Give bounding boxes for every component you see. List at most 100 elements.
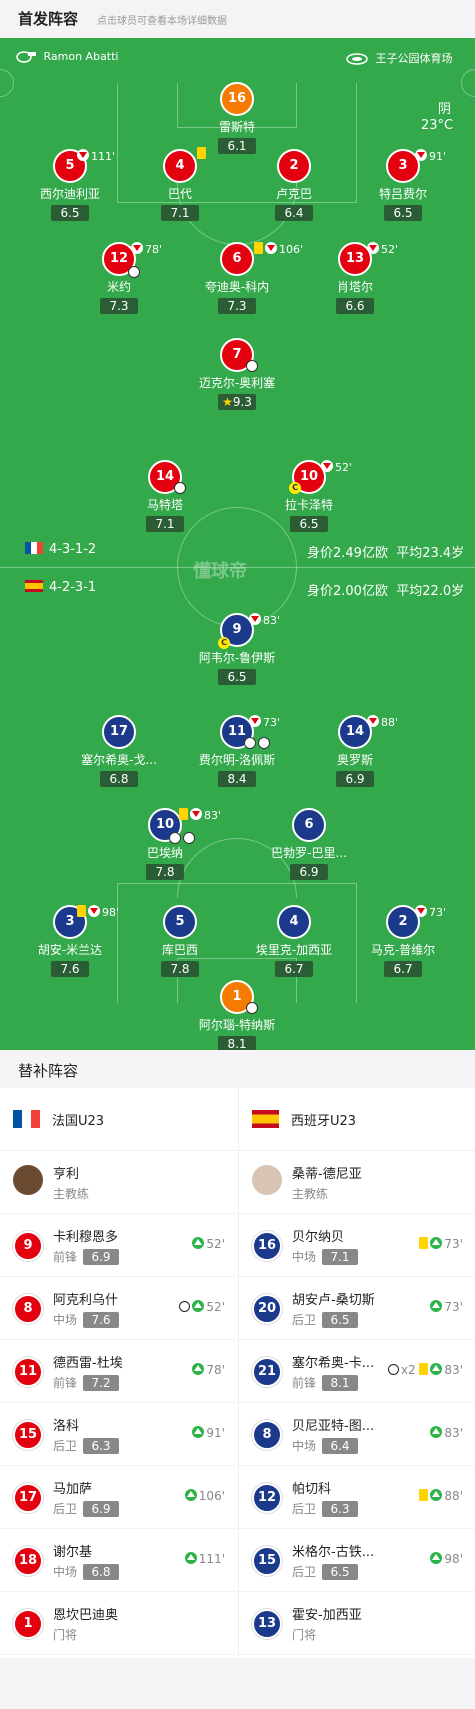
jersey-number: 15	[13, 1420, 43, 1450]
bench: 法国U23 亨利 主教练 9 卡利穆恩多 前锋 6.9 52' 8 阿克利乌什 中场 7.6 52' 1…	[0, 1088, 475, 1658]
temperature: 23°C	[421, 118, 454, 133]
bench-away-team: 西班牙U23	[239, 1088, 475, 1151]
sub-out-icon	[77, 149, 89, 161]
player-position: 后卫 6.3	[53, 1437, 120, 1454]
player-position: 前锋 8.1	[292, 1374, 359, 1391]
captain-icon: C	[218, 637, 230, 649]
player-away-d4[interactable]: 2 73' 马克-普维尔 6.7	[328, 905, 475, 977]
player-name: 马加萨	[53, 1482, 93, 1497]
player-home-am[interactable]: 7 迈克尔-奥利塞 ★9.3	[162, 338, 312, 410]
sub-in-info: 88'	[419, 1489, 463, 1503]
bench-player-row[interactable]: 13 霍安-加西亚 门将	[239, 1592, 475, 1655]
rating-badge: 7.1	[322, 1249, 359, 1265]
sub-in-icon	[430, 1552, 443, 1564]
goal-ball-icon	[169, 832, 181, 844]
coach-row[interactable]: 桑蒂-德尼亚 主教练	[239, 1151, 475, 1214]
player-away-a3[interactable]: 14 88' 奥罗斯 6.9	[280, 715, 430, 787]
sub-in-icon	[192, 1426, 205, 1438]
lineup-header: 首发阵容 点击球员可查看本场详细数据	[0, 0, 475, 38]
player-name: 洛科	[53, 1419, 80, 1434]
home-value: 身价2.49亿欧 平均23.4岁	[307, 546, 465, 561]
bench-player-row[interactable]: 18 谢尔基 中场 6.8 111'	[0, 1529, 237, 1592]
stadium: 王子公园体育场	[346, 50, 453, 66]
weather: 阴	[438, 102, 452, 117]
player-home-d4[interactable]: 3 91' 特吕费尔 6.5	[328, 149, 475, 221]
sub-out-icon	[249, 715, 261, 727]
sub-in-icon	[192, 1363, 205, 1375]
spain-flag-icon	[25, 580, 43, 592]
bench-player-row[interactable]: 16 贝尔纳贝 中场 7.1 73'	[239, 1214, 475, 1277]
rating-badge: 6.5	[322, 1312, 359, 1328]
player-position: 中场 7.1	[292, 1248, 359, 1265]
coach-avatar	[252, 1165, 282, 1195]
player-away-c1[interactable]: 10 83' 巴埃纳 7.8	[90, 808, 240, 880]
jersey-number: 1	[13, 1609, 43, 1639]
jersey-number: 13	[252, 1609, 282, 1639]
goal-ball-icon	[174, 482, 186, 494]
rating-badge: 6.8	[83, 1564, 120, 1580]
sub-out-icon	[88, 905, 100, 917]
captain-icon: C	[289, 482, 301, 494]
coach-row[interactable]: 亨利 主教练	[0, 1151, 237, 1214]
bench-player-row[interactable]: 15 洛科后卫 6.3 91'	[0, 1403, 237, 1466]
player-name: 贝尼亚特-图...	[292, 1419, 375, 1434]
sub-out-icon	[367, 242, 379, 254]
bench-player-row[interactable]: 15 米格尔-古铁... 后卫 6.5 98'	[239, 1529, 475, 1592]
player-name: 贝尔纳贝	[292, 1230, 345, 1245]
bench-player-row[interactable]: 21 塞尔希奥-卡... 前锋 8.1 x2 83'	[239, 1340, 475, 1403]
sub-in-icon	[430, 1300, 443, 1312]
goal-ball-icon	[387, 1364, 399, 1375]
sub-out-icon	[415, 905, 427, 917]
jersey-number: 11	[13, 1357, 43, 1387]
player-away-st[interactable]: 9 C 83' 阿韦尔-鲁伊斯 6.5	[162, 613, 312, 685]
player-name: 塞尔希奥-卡...	[292, 1356, 375, 1371]
sub-in-info: 52'	[192, 1237, 225, 1251]
yellow-card-icon	[197, 147, 206, 159]
player-position: 中场 6.4	[292, 1437, 359, 1454]
bench-home-team: 法国U23	[0, 1088, 237, 1151]
assist-icon	[246, 360, 258, 372]
france-flag-icon	[25, 542, 43, 554]
sub-out-icon	[265, 242, 277, 254]
player-home-f2[interactable]: 10 C 52' 拉卡泽特 6.5	[234, 460, 384, 532]
player-position: 门将	[292, 1628, 317, 1642]
sub-in-icon	[430, 1489, 443, 1501]
bench-player-row[interactable]: 1 恩坎巴迪奥 门将	[0, 1592, 237, 1655]
player-position: 后卫 6.3	[292, 1500, 359, 1517]
player-position: 前锋 7.2	[53, 1374, 120, 1391]
jersey-number: 21	[252, 1357, 282, 1387]
bench-player-row[interactable]: 17 马加萨 后卫 6.9 106'	[0, 1466, 237, 1529]
player-away-gk[interactable]: 1 阿尔瑙-特纳斯 8.1	[162, 980, 312, 1050]
sub-in-icon	[184, 1489, 197, 1501]
player-name: 阿克利乌什	[53, 1293, 119, 1308]
rating-badge: 6.9	[83, 1501, 120, 1517]
player-name: 亨利	[53, 1167, 80, 1182]
player-name: 米格尔-古铁...	[292, 1545, 375, 1560]
coach-avatar	[13, 1165, 43, 1195]
jersey-number: 8	[13, 1294, 43, 1324]
bench-player-row[interactable]: 12 帕切科 后卫 6.3 88'	[239, 1466, 475, 1529]
yellow-card-icon	[419, 1237, 429, 1249]
bench-player-row[interactable]: 8 贝尼亚特-图... 中场 6.4 83'	[239, 1403, 475, 1466]
referee: Ramon Abatti	[16, 50, 119, 63]
bench-player-row[interactable]: 9 卡利穆恩多 前锋 6.9 52'	[0, 1214, 237, 1277]
home-formation: 4-3-1-2	[25, 542, 96, 557]
bench-player-row[interactable]: 20 胡安卢-桑切斯 后卫 6.5 73'	[239, 1277, 475, 1340]
sub-out-icon	[249, 613, 261, 625]
bench-player-row[interactable]: 8 阿克利乌什 中场 7.6 52'	[0, 1277, 237, 1340]
yellow-card-icon	[254, 242, 263, 254]
sub-in-icon	[184, 1552, 197, 1564]
sub-in-info: 73'	[430, 1300, 463, 1314]
bench-player-row[interactable]: 11 德西雷-杜埃 前锋 7.2 78'	[0, 1340, 237, 1403]
sub-in-info: 91'	[192, 1426, 225, 1440]
player-home-gk[interactable]: 16 雷斯特 6.1	[162, 82, 312, 154]
yellow-card-icon	[419, 1363, 429, 1375]
away-formation: 4-2-3-1	[25, 580, 96, 595]
rating-badge: 7.2	[83, 1375, 120, 1391]
player-home-m3[interactable]: 13 52' 肖塔尔 6.6	[280, 242, 430, 314]
player-home-f1[interactable]: 14 马特塔 7.1	[90, 460, 240, 532]
jersey-number: 18	[13, 1546, 43, 1576]
player-position: 后卫 6.9	[53, 1500, 120, 1517]
star-icon: ★	[222, 395, 233, 409]
player-away-c2[interactable]: 6 巴勃罗-巴里... 6.9	[234, 808, 384, 880]
